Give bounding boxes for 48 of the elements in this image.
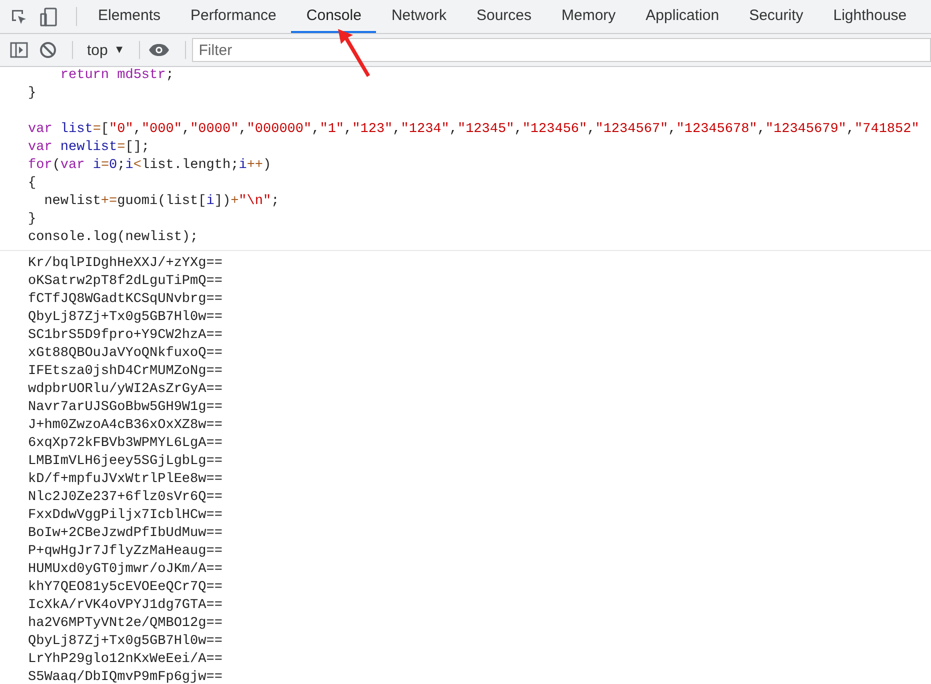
- code-line: var list=["0","000","0000","000000","1","123","1234","12345","123456","1234567","12345678","12345679","741852": [28, 121, 920, 139]
- panel-tab[interactable]: Sources: [461, 0, 546, 33]
- code-line: var newlist=[];: [28, 139, 150, 157]
- console-output-line: QbyLj87Zj+Tx0g5GB7Hl0w==: [28, 633, 222, 651]
- panel-tab[interactable]: Lighthouse: [818, 0, 922, 33]
- console-output-line: LrYhP29glo12nKxWeEei/A==: [28, 651, 222, 669]
- console-output-line: Kr/bqlPIDghHeXXJ/+zYXg==: [28, 255, 222, 273]
- inspect-icon[interactable]: [10, 8, 28, 26]
- code-line: console.log(newlist);: [28, 229, 198, 247]
- console-output-line: Navr7arUJSGoBbw5GH9W1g==: [28, 399, 222, 417]
- console-output-line: P+qwHgJr7JflyZzMaHeaug==: [28, 543, 222, 561]
- console-output-line: HUMUxd0yGT0jmwr/oJKm/A==: [28, 561, 222, 579]
- panel-tab[interactable]: Memory: [546, 0, 631, 33]
- console-output-line: FxxDdwVggPiljx7IcblHCw==: [28, 507, 222, 525]
- code-line: }: [28, 211, 36, 229]
- code-line: newlist+=guomi(list[i])+"\n";: [43, 193, 280, 211]
- console-output-line: xGt88QBOuJaVYoQNkfuxoQ==: [28, 345, 222, 363]
- console-output-line: khY7QEO81y5cEVOEeQCr7Q==: [28, 579, 222, 597]
- panel-tab[interactable]: Elements: [83, 0, 176, 33]
- console-output-line: IcXkA/rVK4oVPYJ1dg7GTA==: [28, 597, 222, 615]
- code-line: {: [28, 175, 36, 193]
- device-icon[interactable]: [40, 6, 58, 26]
- console-output-line: SC1brS5D9fpro+Y9CW2hzA==: [28, 327, 222, 345]
- code-line: return md5str;: [59, 67, 174, 85]
- console-output-line: J+hm0ZwzoA4cB36xOxXZ8w==: [28, 417, 222, 435]
- console-output-line: S5Waaq/DbIQmvP9mFp6gjw==: [28, 669, 222, 684]
- console-output-line: IFEtsza0jshD4CrMUMZoNg==: [28, 363, 222, 381]
- code-line: for(var i=0;i<list.length;i++): [28, 157, 272, 175]
- clear-console-icon[interactable]: [39, 41, 57, 59]
- panel-tab[interactable]: Security: [734, 0, 818, 33]
- code-line: }: [28, 85, 36, 103]
- eye-icon[interactable]: [148, 43, 170, 57]
- console-output-line: 6xqXp72kFBVb3WPMYL6LgA==: [28, 435, 222, 453]
- panel-tab[interactable]: Network: [376, 0, 462, 33]
- console-output-line: LMBImVLH6jeey5SGjLgbLg==: [28, 453, 222, 471]
- filter-field[interactable]: Filter: [192, 38, 931, 62]
- panel-tab[interactable]: Performance: [176, 0, 292, 33]
- panel-tab[interactable]: Application: [630, 0, 734, 33]
- console-output-line: Nlc2J0Ze237+6flz0sVr6Q==: [28, 489, 222, 507]
- sidebar-toggle-icon[interactable]: [10, 42, 28, 58]
- context-dropdown[interactable]: top ▼: [79, 42, 133, 58]
- console-output-line: kD/f+mpfuJVxWtrlPlEe8w==: [28, 471, 222, 489]
- console-output-line: wdpbrUORlu/yWI2AsZrGyA==: [28, 381, 222, 399]
- console-output-line: ha2V6MPTyVNt2e/QMBO12g==: [28, 615, 222, 633]
- console-output-line: oKSatrw2pT8f2dLguTiPmQ==: [28, 273, 222, 291]
- console-output-line: BoIw+2CBeJzwdPfIbUdMuw==: [28, 525, 222, 543]
- console-output-line: fCTfJQ8WGadtKCSqUNvbrg==: [28, 291, 222, 309]
- console-output-line: QbyLj87Zj+Tx0g5GB7Hl0w==: [28, 309, 222, 327]
